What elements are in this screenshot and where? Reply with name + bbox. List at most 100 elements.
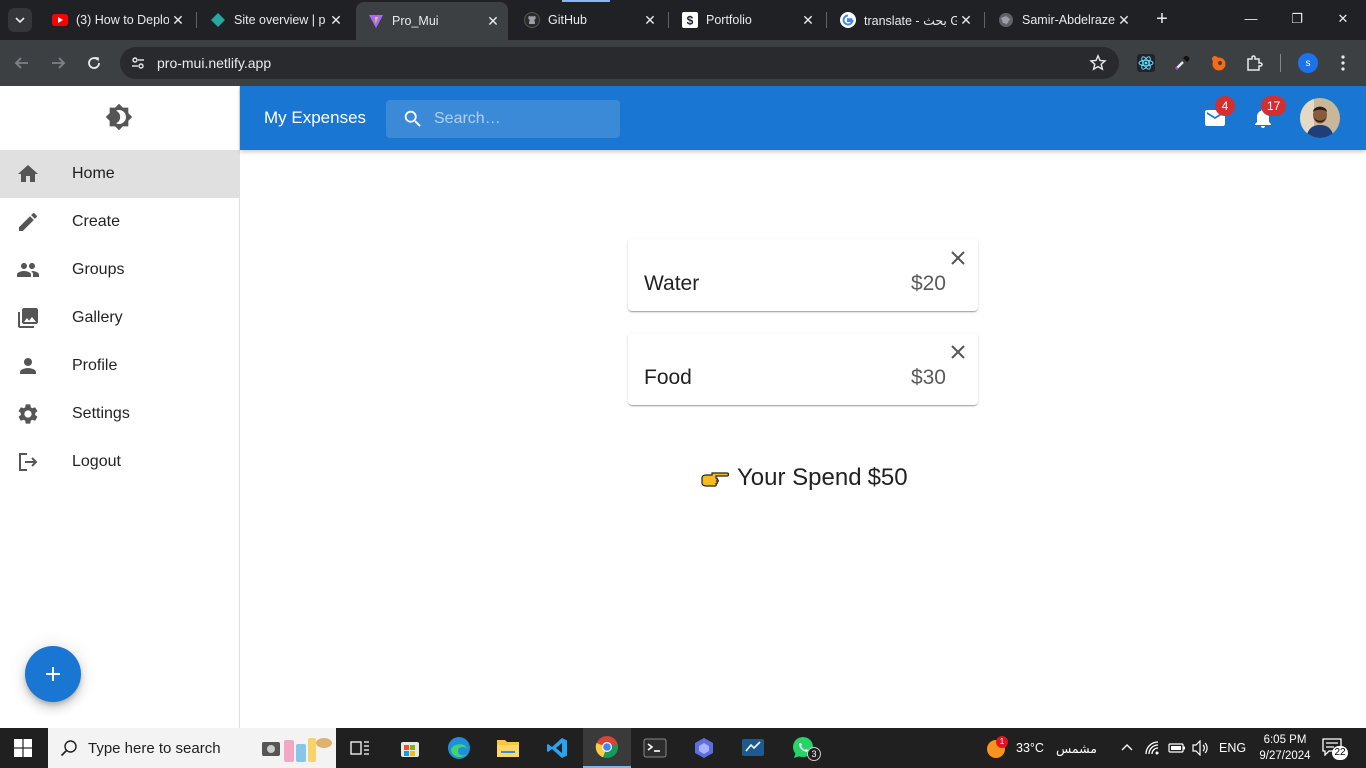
weather-alert-badge: 1 (996, 736, 1008, 748)
weather-widget[interactable]: 1 33°C مشمس (984, 728, 1097, 768)
close-icon (951, 251, 965, 265)
expense-amount: $20 (910, 272, 946, 295)
browser-tab-github[interactable]: GitHub ✕ (512, 0, 665, 40)
reload-icon (88, 57, 100, 69)
url-text[interactable]: pro-mui.netlify.app (157, 55, 271, 71)
store-app[interactable] (386, 728, 434, 768)
remote-desktop-app[interactable] (729, 728, 777, 768)
address-bar[interactable]: pro-mui.netlify.app (120, 47, 1119, 79)
tab-close-icon[interactable]: ✕ (799, 12, 817, 29)
browser-tab-netlify[interactable]: Site overview | p ✕ (198, 0, 351, 40)
notification-center-button[interactable]: 22 (1322, 738, 1348, 760)
portfolio-icon: $ (682, 12, 698, 28)
add-expense-button[interactable] (25, 646, 81, 702)
reload-button[interactable] (82, 51, 106, 75)
nav-item-logout[interactable]: Logout (0, 438, 239, 486)
app-viewport: Home Create Groups Gallery Profile Setti… (0, 86, 1366, 728)
github-icon (524, 12, 540, 28)
more-menu-icon[interactable] (1336, 53, 1350, 73)
clock-date: 9/27/2024 (1259, 750, 1311, 762)
tab-close-icon[interactable]: ✕ (957, 12, 975, 29)
browser-tab-samir[interactable]: Samir-Abdelraze ✕ (986, 0, 1139, 40)
bookmark-star-icon[interactable] (1089, 54, 1107, 72)
taskbar-search[interactable]: Type here to search (48, 728, 336, 768)
search-input[interactable] (434, 108, 614, 130)
search-box[interactable] (386, 100, 620, 138)
nav-list: Home Create Groups Gallery Profile Setti… (0, 150, 239, 486)
tab-close-icon[interactable]: ✕ (641, 12, 659, 29)
notification-badge: 17 (1261, 96, 1287, 116)
netlify-icon (210, 12, 226, 28)
tab-title: Samir-Abdelraze (1022, 13, 1115, 27)
tab-close-icon[interactable]: ✕ (1115, 12, 1133, 29)
nav-label: Settings (72, 405, 130, 422)
vscode-app[interactable] (533, 728, 581, 768)
browser-tab-portfolio[interactable]: $ Portfolio ✕ (670, 0, 823, 40)
back-button[interactable] (10, 51, 34, 75)
taskbar-search-text: Type here to search (88, 740, 221, 757)
tab-title: (3) How to Deplo (76, 13, 169, 27)
close-icon (951, 345, 965, 359)
battery-status[interactable] (1168, 728, 1186, 768)
forward-button[interactable] (46, 51, 70, 75)
nav-item-groups[interactable]: Groups (0, 246, 239, 294)
main-content: Water $20 Food $30 Your Spend $50 (240, 150, 1366, 728)
tab-close-icon[interactable]: ✕ (169, 12, 187, 29)
edge-app[interactable] (435, 728, 483, 768)
task-view-button[interactable] (336, 728, 384, 768)
extensions-puzzle-icon[interactable] (1244, 53, 1264, 73)
chrome-app[interactable] (583, 728, 631, 768)
react-devtools-icon[interactable] (1136, 53, 1156, 73)
notification-count: 22 (1332, 746, 1348, 760)
delete-expense-button[interactable] (948, 248, 968, 268)
show-hidden-icons-button[interactable] (1120, 728, 1134, 768)
windows-start-icon[interactable] (14, 739, 32, 757)
volume-control[interactable] (1192, 728, 1210, 768)
tab-close-icon[interactable]: ✕ (327, 12, 345, 29)
eyedropper-icon[interactable] (1172, 53, 1192, 73)
nav-item-gallery[interactable]: Gallery (0, 294, 239, 342)
plus-icon (46, 667, 60, 681)
profile-avatar[interactable]: s (1298, 53, 1318, 73)
close-window-button[interactable]: ✕ (1332, 8, 1354, 30)
clock[interactable]: 6:05 PM 9/27/2024 (1252, 732, 1318, 764)
vscode-icon (547, 738, 567, 758)
file-explorer-app[interactable] (484, 728, 532, 768)
delete-expense-button[interactable] (948, 342, 968, 362)
power-automate-app[interactable] (680, 728, 728, 768)
restore-button[interactable]: ❐ (1286, 8, 1308, 30)
browser-tab-pro-mui[interactable]: Pro_Mui ✕ (356, 2, 508, 40)
site-settings-icon[interactable] (128, 53, 148, 73)
notifications-button[interactable]: 17 (1251, 96, 1287, 130)
browser-tab-youtube[interactable]: (3) How to Deplo ✕ (40, 0, 193, 40)
nav-label: Profile (72, 357, 118, 374)
tab-divider (668, 12, 669, 28)
theme-toggle-button[interactable] (105, 103, 133, 131)
tab-search-button[interactable] (8, 8, 32, 32)
minimize-button[interactable]: — (1240, 8, 1262, 30)
nav-item-create[interactable]: Create (0, 198, 239, 246)
weather-text: مشمس (1055, 741, 1097, 756)
terminal-app[interactable] (631, 728, 679, 768)
tab-close-icon[interactable]: ✕ (484, 13, 502, 30)
nav-item-home[interactable]: Home (0, 150, 239, 198)
nav-item-settings[interactable]: Settings (0, 390, 239, 438)
expense-amount: $30 (910, 366, 946, 389)
logout-icon (16, 450, 40, 474)
nav-label: Logout (72, 453, 121, 470)
browser-tab-translate[interactable]: translate - بحث G ✕ (828, 0, 981, 40)
nav-item-profile[interactable]: Profile (0, 342, 239, 390)
language-indicator[interactable]: ENG (1219, 728, 1246, 768)
whatsapp-app[interactable]: 3 (779, 728, 827, 768)
mail-badge: 4 (1215, 96, 1235, 116)
mail-button[interactable]: 4 (1203, 96, 1235, 130)
new-tab-button[interactable]: + (1151, 8, 1173, 30)
task-view-icon (350, 741, 369, 755)
folder-icon (497, 740, 519, 757)
extension-orange-icon[interactable] (1208, 53, 1228, 73)
network-status[interactable] (1144, 728, 1164, 768)
windows-taskbar: Type here to search 3 1 33°C مشمس ENG 6:… (0, 728, 1366, 768)
user-avatar[interactable] (1300, 98, 1340, 138)
travel-illustration-icon (262, 738, 332, 762)
person-icon (16, 354, 40, 378)
